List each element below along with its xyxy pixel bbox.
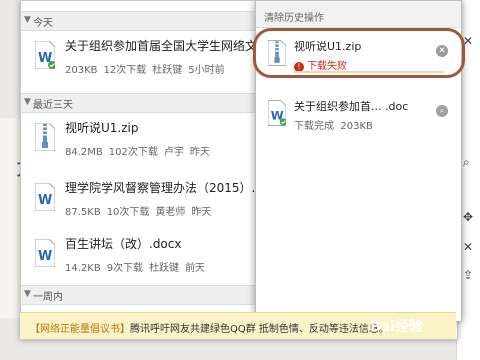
download-count: 102次下载 (108, 147, 158, 158)
file-meta: 84.2MB 102次下载 卢宇 昨天 (65, 143, 216, 158)
file-meta: 14.2KB 9次下载 杜跃键 前天 (65, 259, 211, 274)
share-icon[interactable]: ⇪ (463, 268, 473, 282)
file-ext: .doc (385, 100, 409, 113)
zip-file-icon (35, 123, 55, 151)
collapse-icon: ▼ (24, 97, 31, 107)
file-author: 卢宇 (163, 147, 184, 158)
file-name[interactable]: 视听说U1.zip (65, 119, 138, 136)
download-count: 9次下载 (106, 263, 144, 274)
history-file-name[interactable]: 关于组织参加首... .doc (294, 98, 408, 114)
section-label: 今天 (33, 18, 53, 29)
word-doc-icon: W (268, 99, 286, 127)
file-size: 84.2MB (65, 147, 103, 158)
file-name[interactable]: 理学院学风督察管理办法（2015）.doc (65, 179, 277, 196)
notice-tag: 【网络正能量倡议书】 (30, 324, 130, 335)
file-size: 203KB (340, 121, 373, 132)
file-author: 黄老师 (155, 207, 186, 218)
file-name[interactable]: 百生讲坛（改）.docx (65, 235, 181, 252)
file-meta: 203KB 12次下载 杜跃键 5小时前 (65, 61, 231, 76)
collapse-icon: ▼ (24, 289, 31, 299)
file-time: 5小时前 (188, 65, 225, 76)
search-icon[interactable]: ⌕ (463, 155, 470, 170)
file-size: 87.5KB (65, 207, 101, 218)
word-doc-icon: W (35, 183, 55, 211)
clear-history-link[interactable]: 清除历史操作 (264, 9, 324, 24)
open-folder-icon[interactable]: ⌕ (436, 105, 448, 117)
file-meta: 87.5KB 10次下载 黄老师 昨天 (65, 203, 217, 218)
history-item[interactable]: W 关于组织参加首... .doc 下载完成 203KB ⌕ (260, 93, 456, 137)
svg-text:W: W (38, 193, 52, 208)
file-size: 14.2KB (65, 263, 101, 274)
annotation-ring (253, 28, 465, 78)
download-count: 12次下载 (103, 65, 147, 76)
notice-text[interactable]: 【网络正能量倡议书】腾讯呼吁网友共建绿色QQ群 抵制色情、反动等违法信息。 (30, 320, 389, 335)
file-time: 昨天 (191, 207, 212, 218)
close-icon[interactable]: ✕ (463, 240, 473, 254)
file-time: 前天 (185, 263, 206, 274)
download-count: 10次下载 (106, 207, 150, 218)
watermark: Bai经验 (370, 319, 423, 335)
section-label: 一周内 (33, 292, 63, 303)
status-text: 下载完成 (294, 121, 334, 132)
file-time: 昨天 (189, 147, 210, 158)
move-icon[interactable]: ✥ (463, 210, 473, 224)
file-author: 杜跃键 (152, 65, 183, 76)
word-doc-icon: W (35, 41, 55, 69)
svg-text:W: W (38, 249, 52, 264)
file-name-part: 关于组织参加首... (294, 100, 382, 113)
collapse-icon: ▼ (24, 15, 31, 25)
download-status: 下载完成 203KB (294, 117, 373, 132)
file-size: 203KB (65, 65, 98, 76)
word-doc-icon: W (35, 239, 55, 267)
notice-message: 腾讯呼吁网友共建绿色QQ群 抵制色情、反动等违法信息。 (130, 324, 389, 335)
section-label: 最近三天 (33, 100, 73, 111)
history-header: 清除历史操作 (256, 1, 461, 28)
file-author: 杜跃键 (149, 263, 180, 274)
